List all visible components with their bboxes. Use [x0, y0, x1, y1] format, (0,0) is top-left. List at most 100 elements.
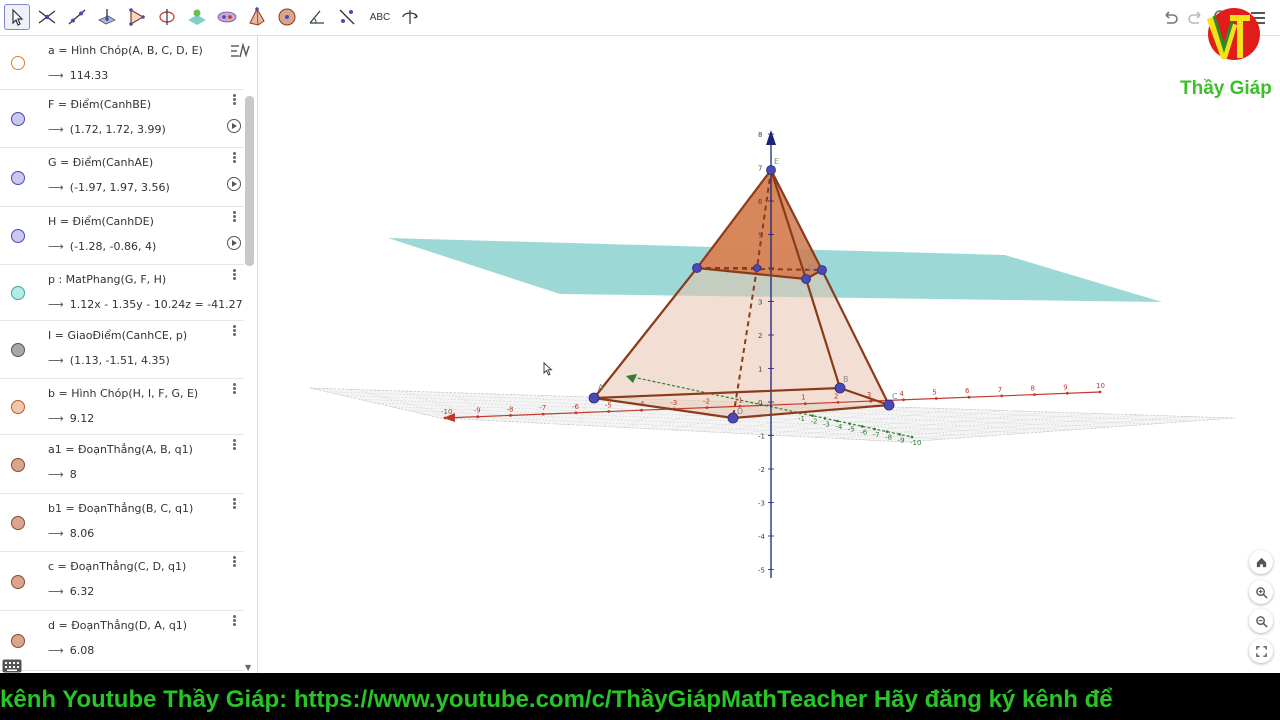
x-tick-label: 10 [1096, 382, 1105, 390]
x-tick [836, 401, 840, 404]
scene-3d[interactable]: 876543210-1-2-3-4-5-10-9-8-7-6-5-4-3-2-1… [259, 36, 1280, 673]
more-options-icon[interactable] [233, 94, 237, 106]
more-options-icon[interactable] [233, 498, 237, 510]
algebra-definition[interactable]: c = ĐoạnThẳng(C, D, q1) [48, 560, 186, 573]
geogebra-window: ABC Thầy Giáp a = Hình Chóp(A, B, C, D, … [0, 0, 1280, 720]
more-options-icon[interactable] [233, 152, 237, 164]
algebra-row[interactable]: c = ĐoạnThẳng(C, D, q1) ⟶ 6.32 [0, 552, 244, 611]
y-tick-label: -8 [885, 434, 892, 442]
text-tool-icon[interactable]: ABC [366, 4, 394, 30]
algebra-definition[interactable]: b1 = ĐoạnThẳng(B, C, q1) [48, 502, 193, 515]
graphics-view-3d[interactable]: 876543210-1-2-3-4-5-10-9-8-7-6-5-4-3-2-1… [259, 36, 1280, 673]
angle-tool-icon[interactable] [304, 4, 330, 30]
more-options-icon[interactable] [233, 269, 237, 281]
algebra-row[interactable]: G = Điểm(CanhAE) ⟶ (-1.97, 1.97, 3.56) [0, 148, 244, 207]
play-animation-icon[interactable] [227, 119, 241, 133]
algebra-definition[interactable]: I = GiaoĐiểm(CanhCE, p) [48, 329, 187, 342]
fullscreen-button[interactable] [1249, 639, 1273, 663]
algebra-row[interactable]: d = ĐoạnThẳng(D, A, q1) ⟶ 6.08 [0, 611, 244, 671]
y-tick [910, 435, 914, 439]
x-tick-label: 7 [998, 386, 1002, 394]
play-animation-icon[interactable] [227, 236, 241, 250]
visibility-marble[interactable] [11, 400, 25, 414]
more-options-icon[interactable] [233, 556, 237, 568]
zoom-in-button[interactable] [1249, 580, 1273, 604]
more-options-icon[interactable] [233, 211, 237, 223]
point-label-c: C [892, 392, 898, 401]
algebra-scrollbar[interactable] [245, 96, 254, 266]
x-tick-label: 9 [1063, 383, 1067, 391]
more-options-icon[interactable] [233, 615, 237, 627]
sphere-tool-icon[interactable] [274, 4, 300, 30]
net-tool-icon[interactable] [214, 4, 240, 30]
pyramid-tool-icon[interactable] [244, 4, 270, 30]
z-tick-label: -1 [758, 433, 765, 441]
y-tick [836, 419, 839, 423]
algebra-value: ⟶ 114.33 [48, 69, 108, 82]
algebra-definition[interactable]: p : MatPhang(G, F, H) [48, 273, 166, 286]
play-animation-icon[interactable] [227, 177, 241, 191]
visibility-marble[interactable] [11, 170, 25, 185]
z-tick-label: -5 [758, 567, 765, 575]
algebra-value: ⟶ (1.72, 1.72, 3.99) [48, 123, 166, 136]
algebra-row[interactable]: F = Điểm(CanhBE) ⟶ (1.72, 1.72, 3.99) [0, 90, 244, 148]
visibility-marble[interactable] [11, 229, 25, 243]
visibility-marble[interactable] [11, 56, 25, 70]
scroll-down-icon[interactable]: ▼ [245, 663, 251, 672]
x-tick [1033, 393, 1036, 396]
result-arrow-icon: ⟶ [48, 644, 64, 657]
visibility-marble[interactable] [11, 634, 25, 648]
algebra-row[interactable]: a1 = ĐoạnThẳng(A, B, q1) ⟶ 8 [0, 435, 244, 494]
algebra-definition[interactable]: F = Điểm(CanhBE) [48, 98, 151, 111]
algebra-definition[interactable]: d = ĐoạnThẳng(D, A, q1) [48, 619, 187, 632]
visibility-marble[interactable] [11, 112, 25, 126]
polygon-tool-icon[interactable] [124, 4, 150, 30]
perpendicular-plane-tool-icon[interactable] [94, 4, 120, 30]
point-label-a: A [598, 383, 604, 392]
x-tick [934, 397, 938, 400]
algebra-definition[interactable]: a1 = ĐoạnThẳng(A, B, q1) [48, 443, 193, 456]
rotate-view-tool-icon[interactable] [397, 4, 423, 30]
x-tick [574, 411, 578, 415]
visibility-marble[interactable] [11, 457, 25, 472]
x-tick [902, 398, 905, 402]
algebra-row[interactable]: b1 = ĐoạnThẳng(B, C, q1) ⟶ 8.06 [0, 494, 244, 552]
point-label-d: D [737, 407, 743, 416]
algebra-row[interactable]: I = GiaoĐiểm(CanhCE, p) ⟶ (1.13, -1.51, 4.… [0, 321, 244, 379]
algebra-row[interactable]: p : MatPhang(G, F, H) ⟶ 1.12x - 1.35y - 10… [0, 265, 244, 321]
reflect-tool-icon[interactable] [334, 4, 360, 30]
more-options-icon[interactable] [233, 325, 237, 337]
algebra-value-text: 1.12x - 1.35y - 10.24z = -41.27 [69, 298, 243, 311]
home-view-button[interactable] [1249, 550, 1273, 574]
visibility-marble[interactable] [11, 286, 25, 300]
x-tick-label: -2 [703, 398, 710, 406]
more-options-icon[interactable] [233, 439, 237, 451]
x-tick-label: 6 [965, 387, 970, 395]
algebra-definition[interactable]: H = Điểm(CanhDE) [48, 215, 154, 228]
plane-tool-icon[interactable] [184, 4, 210, 30]
zoom-out-button[interactable] [1249, 609, 1273, 633]
move-tool-icon[interactable] [4, 4, 30, 30]
visibility-marble[interactable] [11, 343, 25, 357]
more-options-icon[interactable] [233, 383, 237, 395]
algebra-definition[interactable]: a = Hình Chóp(A, B, C, D, E) [48, 44, 203, 57]
algebra-definition[interactable]: G = Điểm(CanhAE) [48, 156, 153, 169]
algebra-definition[interactable]: b = Hình Chóp(H, I, F, G, E) [48, 387, 198, 400]
keyboard-icon[interactable] [2, 658, 22, 673]
line-tool-icon[interactable] [64, 4, 90, 30]
x-tick-label: -7 [539, 404, 546, 412]
algebra-value: ⟶ 6.32 [48, 585, 94, 598]
circle-axis-tool-icon[interactable] [154, 4, 180, 30]
algebra-row[interactable]: H = Điểm(CanhDE) ⟶ (-1.28, -0.86, 4) [0, 207, 244, 265]
x-tick-label: -9 [474, 407, 481, 415]
algebra-value-text: 114.33 [69, 69, 109, 82]
z-tick-label: -3 [758, 500, 765, 508]
visibility-marble[interactable] [11, 574, 25, 589]
x-tick [509, 414, 512, 417]
intersect-tool-icon[interactable] [34, 4, 60, 30]
algebra-row[interactable]: a = Hình Chóp(A, B, C, D, E) ⟶ 114.33 [0, 36, 244, 90]
undo-icon[interactable] [1160, 8, 1180, 28]
algebra-row[interactable]: b = Hình Chóp(H, I, F, G, E) ⟶ 9.12 [0, 379, 244, 435]
x-tick [1098, 390, 1102, 394]
visibility-marble[interactable] [11, 516, 25, 530]
